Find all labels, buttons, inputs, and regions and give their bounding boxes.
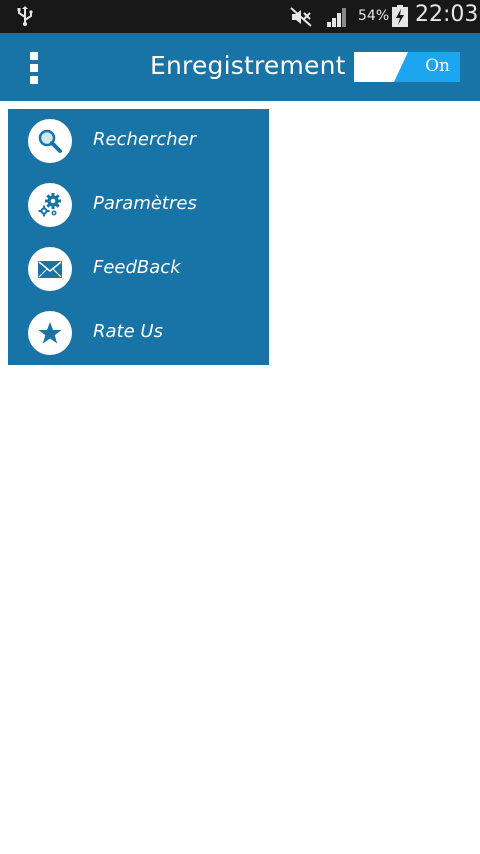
menu-item-label: Rechercher [93,129,197,150]
battery-percent: 54% [358,8,390,24]
signal-icon [327,8,346,27]
menu-item-label: FeedBack [93,257,181,278]
menu-item-label: Rate Us [93,321,163,342]
dropdown-menu: Rechercher Paramètres FeedBack Rate Us [8,109,269,365]
menu-item-rechercher[interactable]: Rechercher [8,109,269,173]
search-icon [28,119,72,163]
envelope-icon [28,247,72,291]
recording-toggle[interactable]: On [354,52,460,82]
overflow-menu-icon[interactable] [22,50,46,86]
usb-icon [17,6,33,26]
status-clock: 22:03 [415,2,479,27]
toggle-label: On [425,56,450,76]
menu-item-rate-us[interactable]: Rate Us [8,301,269,365]
page-title: Enregistrement [150,51,346,80]
menu-item-feedback[interactable]: FeedBack [8,237,269,301]
star-icon [28,311,72,355]
menu-item-label: Paramètres [93,193,197,214]
mute-icon [290,7,312,27]
battery-charging-icon [392,5,408,27]
gears-icon [28,183,72,227]
menu-item-parametres[interactable]: Paramètres [8,173,269,237]
app-bar: Enregistrement On [0,33,480,101]
status-bar: 54% 22:03 [0,0,480,33]
